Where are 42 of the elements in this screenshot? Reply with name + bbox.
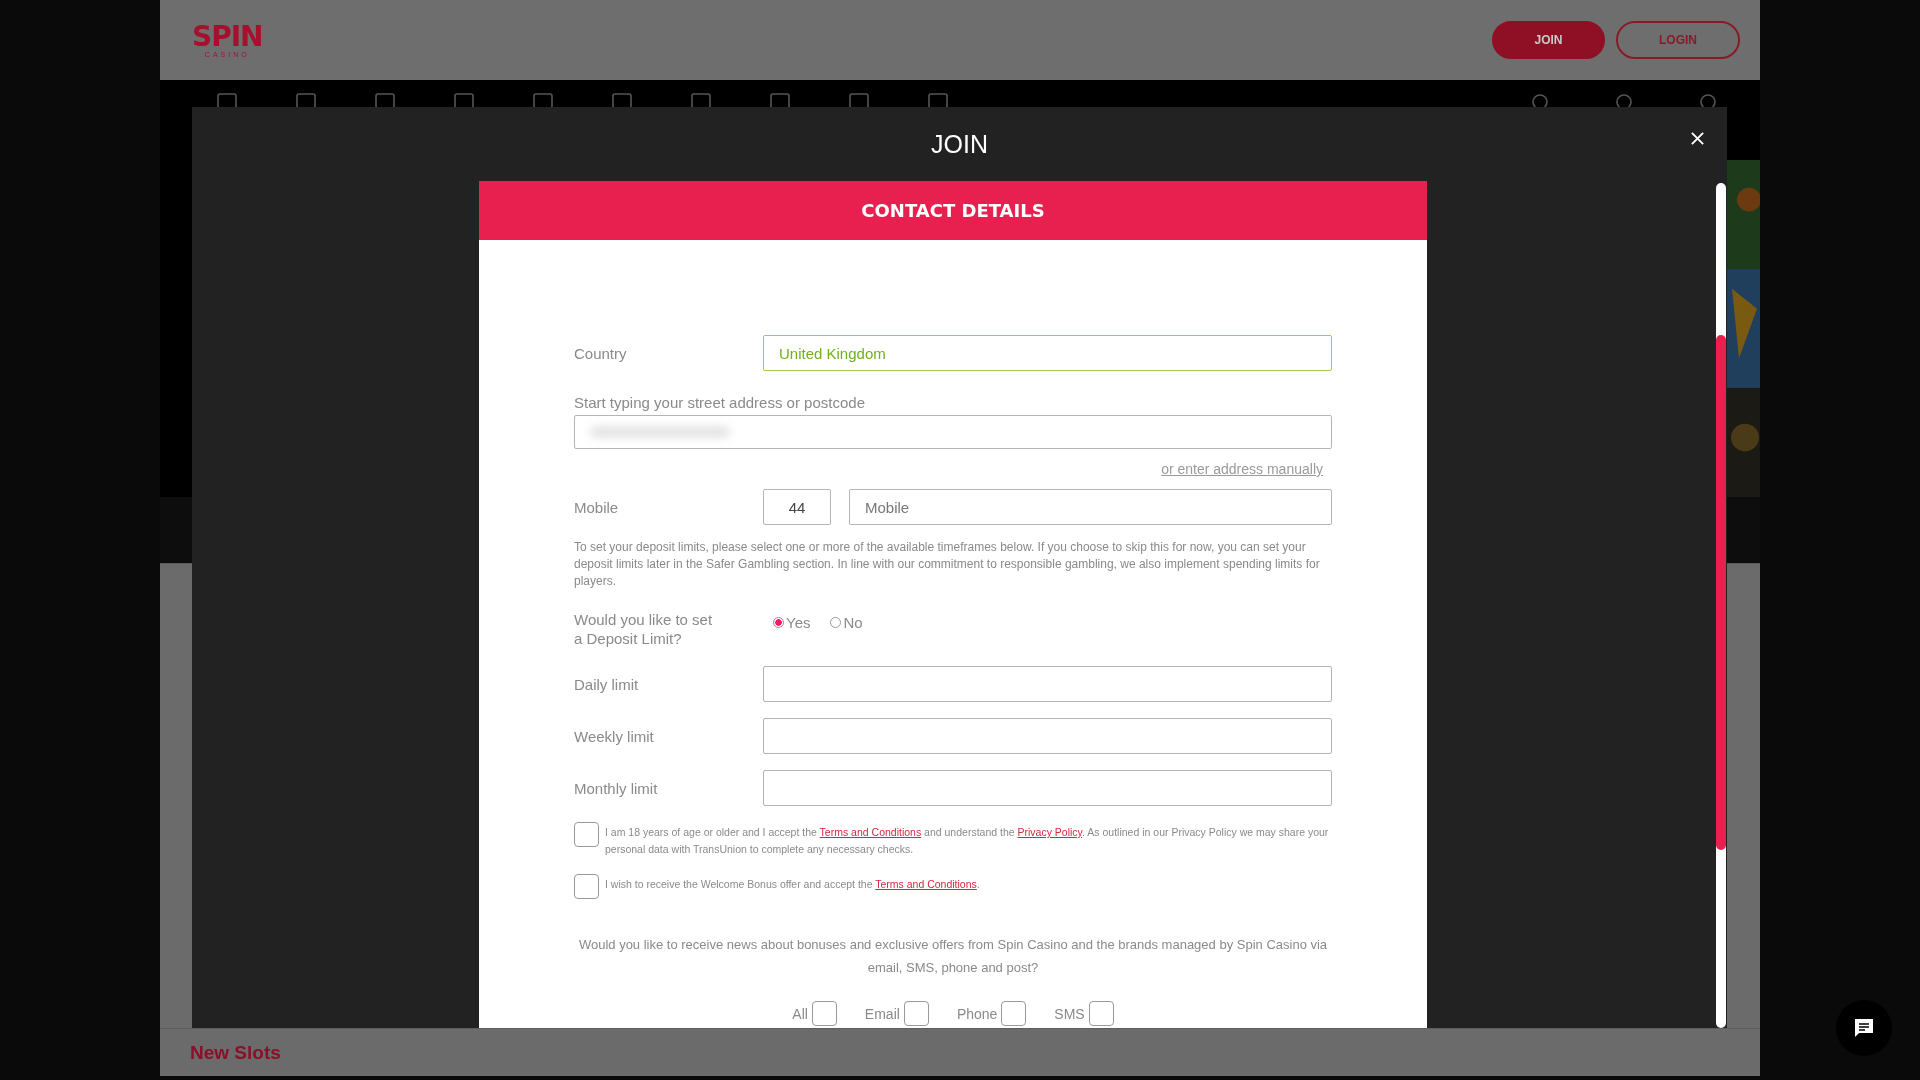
consent-text: I am 18 years of age or older and I accept the Terms and Conditions and understand the Privacy Policy. As outlined in our Privacy Policy we may share your personal data with TransUnion to complete any necessary checks.: [605, 825, 1330, 857]
country-field[interactable]: United Kingdom: [763, 335, 1332, 371]
checkbox[interactable]: [1088, 1001, 1114, 1026]
checkbox[interactable]: [811, 1001, 837, 1026]
checkbox-label: SMS: [1054, 1005, 1085, 1022]
radio-option[interactable]: Yes: [773, 614, 811, 631]
radio-option[interactable]: No: [830, 614, 863, 631]
country-code-field[interactable]: 44: [763, 489, 831, 525]
checkbox[interactable]: [574, 874, 599, 899]
manual-address-link[interactable]: or enter address manually: [1161, 461, 1323, 477]
chat-icon: [1852, 1016, 1876, 1040]
link[interactable]: Terms and Conditions: [819, 826, 922, 838]
field-label: Weekly limit: [574, 727, 655, 745]
address-field[interactable]: [574, 415, 1332, 449]
close-icon[interactable]: [1690, 131, 1705, 146]
limit-field[interactable]: [763, 718, 1332, 754]
checkbox[interactable]: [574, 822, 599, 847]
limit-field[interactable]: [763, 666, 1332, 702]
dialog-title: JOIN: [931, 129, 988, 159]
notice-text: To set your deposit limits, please select one or more of the available timeframes below. If you choose to skip this for now, you can set your deposit limits later in the Safer Gambling section. In line with our commitment to responsible gambling, we also implement spending limits for players.: [574, 539, 1321, 590]
card-title: CONTACT DETAILS: [861, 200, 1045, 221]
scrollbar[interactable]: [1716, 183, 1726, 1028]
checkbox[interactable]: [903, 1001, 929, 1026]
checkbox[interactable]: [1001, 1001, 1027, 1026]
marketing-question: Would you like to receive news about bonuses and exclusive offers from Spin Casino and the brands managed by Spin Casino via email, SMS, phone and post?: [577, 936, 1329, 977]
join-button[interactable]: JOIN: [1492, 21, 1605, 59]
checkbox-label: Phone: [956, 1005, 998, 1022]
field-label: Daily limit: [574, 675, 640, 693]
login-button[interactable]: LOGIN: [1616, 21, 1740, 59]
section-title: New Slots: [190, 1041, 281, 1064]
field-label: Country: [574, 344, 628, 362]
field-label: Monthly limit: [574, 779, 659, 797]
field-label: Start typing your street address or postcode: [574, 394, 866, 411]
checkbox-label: Email: [864, 1005, 900, 1022]
mobile-field[interactable]: Mobile: [849, 489, 1332, 525]
limit-field[interactable]: [763, 770, 1332, 806]
scroll-thumb[interactable]: [1716, 335, 1726, 850]
consent-text: I wish to receive the Welcome Bonus offer and accept the Terms and Conditions.: [605, 877, 980, 892]
link[interactable]: Terms and Conditions: [875, 878, 977, 890]
field-label: Mobile: [574, 498, 620, 516]
checkbox-label: All: [792, 1005, 808, 1022]
field-label: Would you like to set a Deposit Limit?: [574, 610, 714, 648]
